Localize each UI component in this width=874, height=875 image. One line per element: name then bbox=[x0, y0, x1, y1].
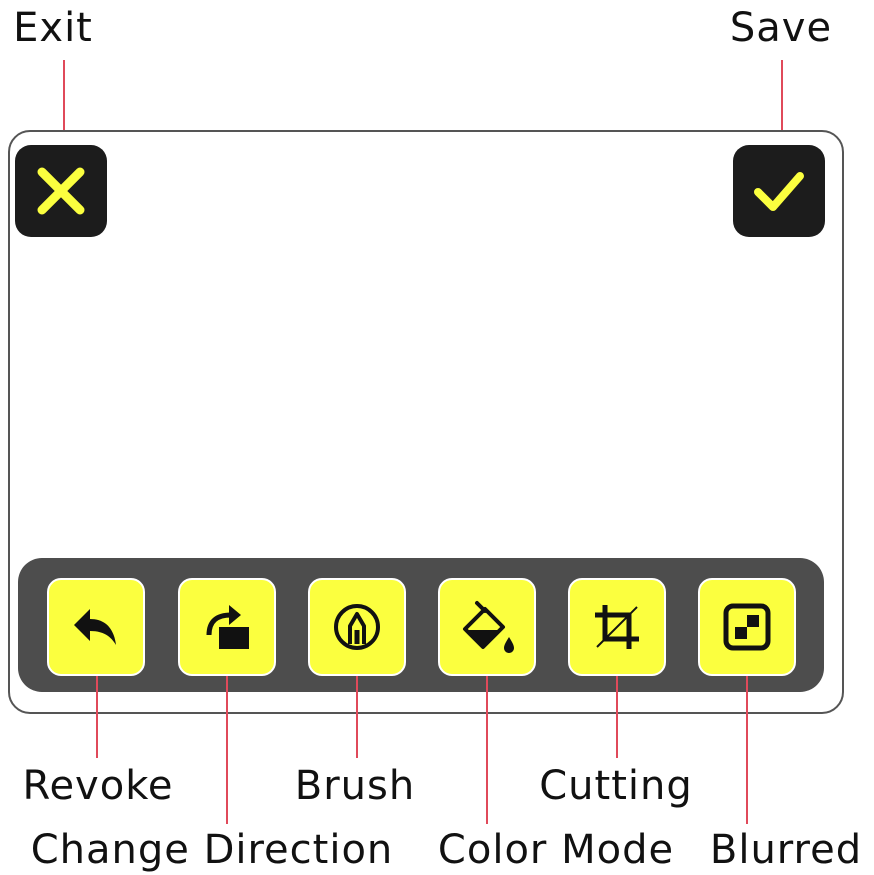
change-direction-button[interactable] bbox=[178, 578, 276, 676]
blurred-leader-line bbox=[746, 676, 748, 824]
change-direction-label: Change Direction bbox=[30, 827, 394, 873]
close-icon bbox=[37, 167, 85, 215]
blurred-label: Blurred bbox=[709, 827, 863, 873]
save-leader-line bbox=[781, 60, 783, 140]
save-label: Save bbox=[729, 5, 833, 51]
brush-button[interactable] bbox=[308, 578, 406, 676]
revoke-leader-line bbox=[96, 676, 98, 758]
color-mode-leader-line bbox=[486, 676, 488, 824]
exit-label: Exit bbox=[13, 5, 93, 51]
color-mode-button[interactable] bbox=[438, 578, 536, 676]
undo-icon bbox=[74, 609, 116, 645]
paint-bucket-icon bbox=[463, 601, 514, 653]
crop-icon bbox=[595, 605, 639, 649]
save-button[interactable] bbox=[733, 145, 825, 237]
cutting-label: Cutting bbox=[539, 763, 693, 809]
pencil-icon bbox=[334, 604, 380, 650]
change-direction-leader-line bbox=[226, 676, 228, 824]
brush-leader-line bbox=[356, 676, 358, 758]
color-mode-label: Color Mode bbox=[437, 827, 675, 873]
blurred-button[interactable] bbox=[698, 578, 796, 676]
checkmark-icon bbox=[754, 172, 804, 211]
exit-button[interactable] bbox=[15, 145, 107, 237]
rotate-icon bbox=[206, 605, 249, 649]
cutting-leader-line bbox=[616, 676, 618, 758]
exit-leader-line bbox=[63, 60, 65, 140]
revoke-button[interactable] bbox=[47, 578, 145, 676]
brush-label: Brush bbox=[294, 763, 416, 809]
cutting-button[interactable] bbox=[568, 578, 666, 676]
mosaic-icon bbox=[723, 603, 771, 651]
revoke-label: Revoke bbox=[22, 763, 174, 809]
